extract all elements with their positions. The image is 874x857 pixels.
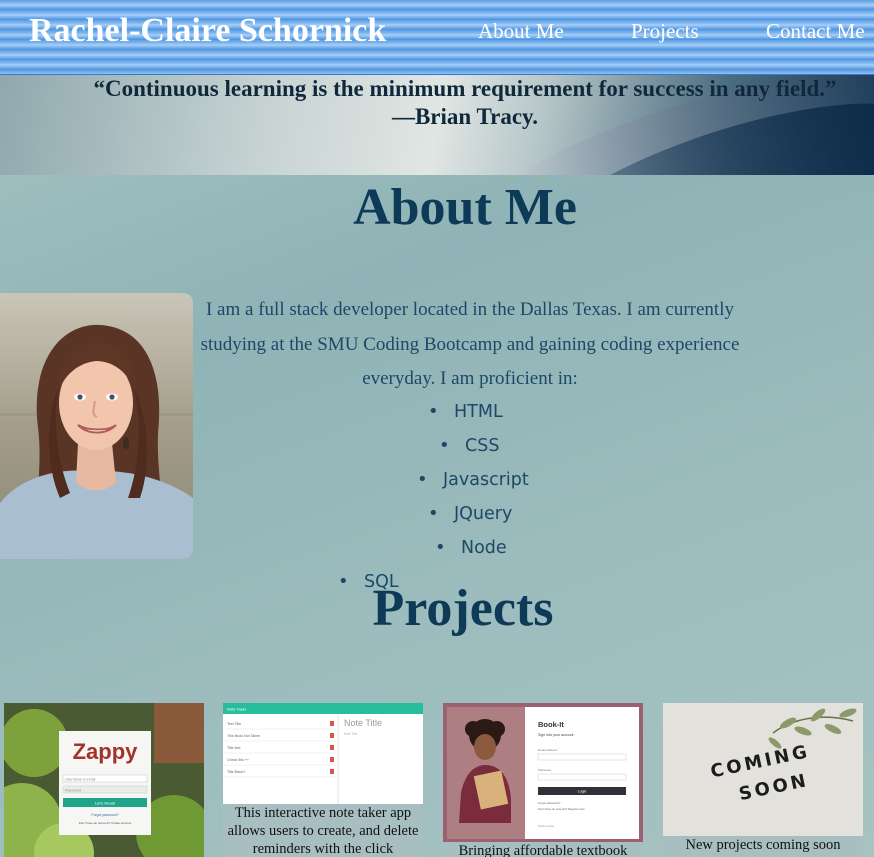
- hero-quote: “Continuous learning is the minimum requ…: [93, 76, 837, 129]
- book-it-register-link: Don't have an account? Register here: [538, 807, 585, 811]
- project-card-coming-soon[interactable]: COMING SOON New projects coming soon: [663, 703, 863, 857]
- projects-section-title: Projects: [372, 580, 554, 637]
- nav-projects-link[interactable]: Projects: [631, 19, 699, 44]
- site-header: Rachel-Claire Schornick About Me Project…: [0, 0, 874, 75]
- project-caption-coming-soon: New projects coming soon: [663, 836, 863, 857]
- note-list-item: Title test: [227, 746, 240, 750]
- note-list-item: This Book Not Taken: [227, 734, 260, 738]
- zappy-forgot-link: Forgot password?: [91, 813, 118, 817]
- zappy-screenshot: Zappy Username or email Password Let's R…: [4, 703, 204, 857]
- note-list-item: Test Title: [227, 722, 241, 726]
- book-it-password-field: Password: [538, 768, 552, 772]
- project-card-note-taker[interactable]: Note Taker Test Title This Book Not Take…: [223, 703, 423, 857]
- zappy-password-field: Password: [65, 789, 81, 793]
- book-it-screenshot: Book-It Sign into your account Email add…: [443, 703, 643, 843]
- coming-soon-image: COMING SOON: [663, 703, 863, 837]
- zappy-username-field: Username or email: [65, 778, 96, 782]
- skill-item: • Node: [435, 537, 507, 558]
- book-it-subtitle: Sign into your account: [538, 733, 574, 737]
- book-it-email-field: Email address: [538, 748, 558, 752]
- about-intro-text: I am a full stack developer located in t…: [200, 299, 740, 389]
- project-card-zappy[interactable]: Zappy Username or email Password Let's R…: [4, 703, 204, 857]
- skill-item: • Javascript: [417, 469, 529, 490]
- nav-about-me-link[interactable]: About Me: [478, 19, 564, 44]
- project-caption-book-it: Bringing affordable textbook: [443, 842, 643, 857]
- site-brand[interactable]: Rachel-Claire Schornick: [29, 12, 386, 50]
- book-it-title: Book-It: [538, 720, 564, 729]
- book-it-footer-link: Terms of use: [538, 824, 554, 828]
- note-taker-topbar-title: Note Taker: [227, 707, 247, 712]
- profile-photo-illustration: [0, 293, 193, 559]
- project-card-book-it[interactable]: Book-It Sign into your account Email add…: [443, 703, 643, 857]
- skill-item: • CSS: [439, 435, 500, 456]
- skill-item: • JQuery: [428, 503, 513, 524]
- skill-item: • HTML: [428, 401, 503, 422]
- note-list-item: Check this ++: [227, 758, 249, 762]
- note-taker-screenshot: Note Taker Test Title This Book Not Take…: [223, 703, 423, 804]
- about-section-title: About Me: [353, 179, 577, 236]
- book-it-forgot-link: Forgot password?: [538, 801, 561, 805]
- note-list-item: Title Basic?: [227, 770, 245, 774]
- note-editor-title: Note Title: [344, 718, 382, 728]
- zappy-logo-text: Zappy: [73, 739, 139, 764]
- zappy-signup-link: Don't have an account? Create account: [79, 821, 132, 825]
- note-editor-body: Note Text: [344, 732, 358, 736]
- hero-banner: “Continuous learning is the minimum requ…: [0, 75, 874, 175]
- book-it-login-button: Login: [578, 790, 587, 794]
- nav-contact-me-link[interactable]: Contact Me: [766, 19, 865, 44]
- profile-photo: [0, 293, 193, 559]
- project-caption-note-taker: This interactive note taker app allows u…: [223, 804, 423, 857]
- zappy-login-button: Let's Read!: [95, 801, 115, 806]
